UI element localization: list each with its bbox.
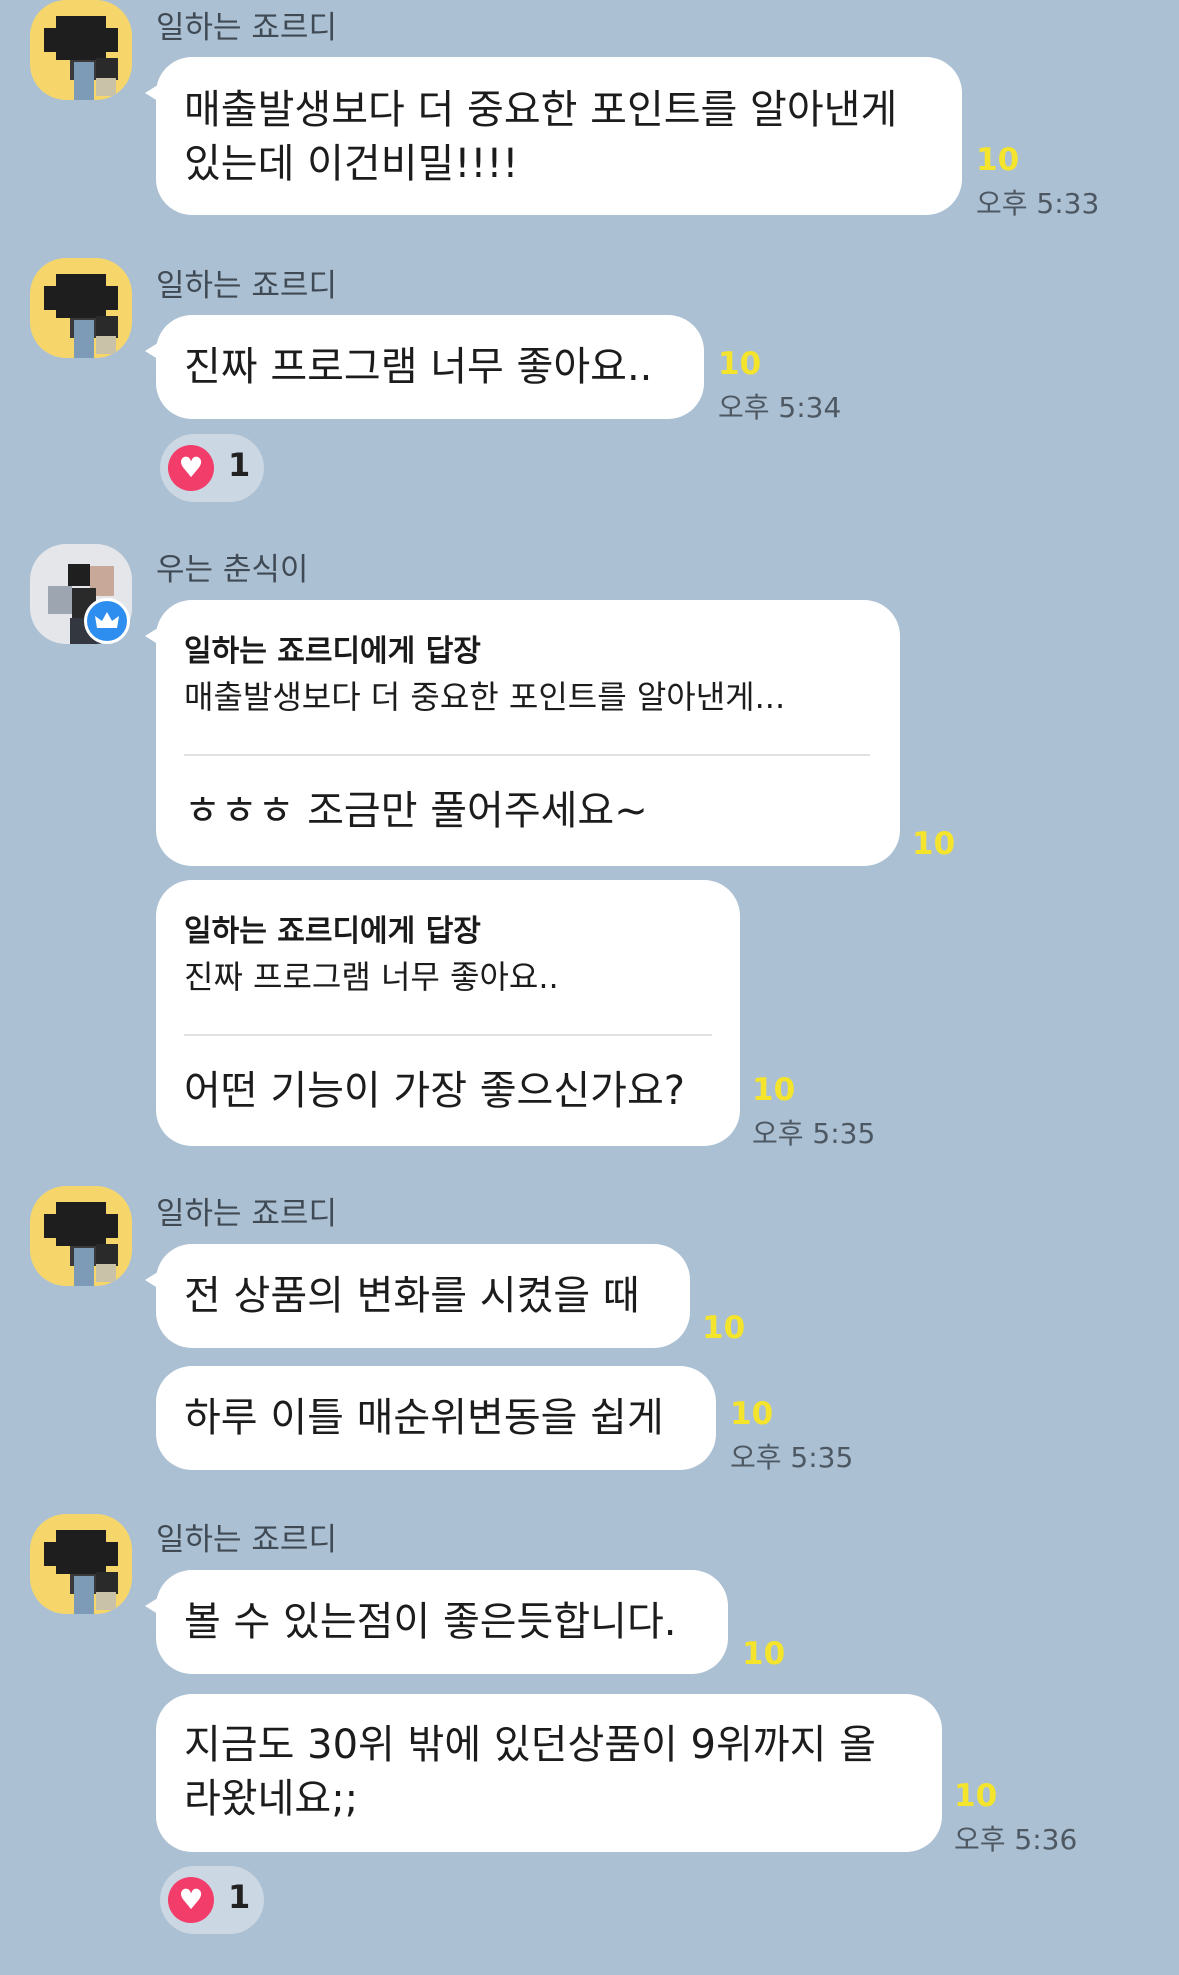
reply-bubble[interactable]: 일하는 죠르디에게 답장 진짜 프로그램 너무 좋아요.. 어떤 기능이 가장 … xyxy=(156,880,740,1146)
unread-count: 10 xyxy=(954,1778,998,1814)
sender-name: 일하는 죠르디 xyxy=(156,1196,337,1232)
message-time: 오후 5:33 xyxy=(976,187,1100,220)
message-bubble[interactable]: 전 상품의 변화를 시켰을 때 xyxy=(145,1244,690,1348)
message-time: 오후 5:34 xyxy=(718,391,842,424)
unread-count: 10 xyxy=(752,1072,796,1108)
message-bubble[interactable]: 매출발생보다 더 중요한 포인트를 알아낸게 있는데 이건비밀!!!! xyxy=(145,57,962,215)
unread-count: 10 xyxy=(912,826,956,862)
avatar[interactable] xyxy=(30,258,132,358)
reaction-badge[interactable]: ♥ 1 xyxy=(160,1866,264,1934)
message-text-line: 매출발생보다 더 중요한 포인트를 알아낸게 xyxy=(184,87,898,133)
crown-icon xyxy=(84,598,130,644)
avatar[interactable] xyxy=(30,1514,132,1614)
reaction-count: 1 xyxy=(228,1878,251,1916)
message-text-line: 지금도 30위 밖에 있던상품이 9위까지 올 xyxy=(184,1722,876,1768)
reply-bubble[interactable]: 일하는 죠르디에게 답장 매출발생보다 더 중요한 포인트를 알아낸게... ㅎ… xyxy=(145,600,900,866)
message-text-line: 전 상품의 변화를 시켰을 때 xyxy=(184,1273,640,1319)
message-text-line: ㅎㅎㅎ 조금만 풀어주세요~ xyxy=(184,788,648,834)
unread-count: 10 xyxy=(702,1310,746,1346)
message-time: 오후 5:36 xyxy=(954,1823,1078,1856)
message-text-line: 하루 이틀 매순위변동을 쉽게 xyxy=(184,1395,664,1441)
unread-count: 10 xyxy=(718,346,762,382)
reply-divider xyxy=(184,1034,712,1036)
message-text-line: 볼 수 있는점이 좋은듯합니다. xyxy=(184,1599,677,1645)
message-text-line: 진짜 프로그램 너무 좋아요.. xyxy=(184,344,653,390)
unread-count: 10 xyxy=(730,1396,774,1432)
message-bubble[interactable]: 진짜 프로그램 너무 좋아요.. xyxy=(145,315,704,419)
sender-name: 우는 춘식이 xyxy=(156,552,309,588)
heart-icon: ♥ xyxy=(168,1877,214,1923)
sender-name: 일하는 죠르디 xyxy=(156,268,337,304)
reply-divider xyxy=(184,754,870,756)
message-bubble[interactable]: 하루 이틀 매순위변동을 쉽게 xyxy=(156,1366,716,1470)
avatar[interactable] xyxy=(30,1186,132,1286)
message-text-line: 라왔네요;; xyxy=(184,1776,359,1822)
reaction-count: 1 xyxy=(228,446,251,484)
message-text-line: 어떤 기능이 가장 좋으신가요? xyxy=(184,1068,685,1114)
reply-quote: 진짜 프로그램 너무 좋아요.. xyxy=(184,958,559,996)
heart-icon: ♥ xyxy=(168,445,214,491)
message-time: 오후 5:35 xyxy=(752,1117,876,1150)
sender-name: 일하는 죠르디 xyxy=(156,10,337,46)
message-bubble[interactable]: 지금도 30위 밖에 있던상품이 9위까지 올 라왔네요;; xyxy=(156,1694,942,1852)
reply-quote: 매출발생보다 더 중요한 포인트를 알아낸게... xyxy=(184,678,786,716)
reply-title: 일하는 죠르디에게 답장 xyxy=(184,634,481,669)
message-text-line: 있는데 이건비밀!!!! xyxy=(184,141,519,187)
sender-name: 일하는 죠르디 xyxy=(156,1522,337,1558)
unread-count: 10 xyxy=(742,1636,786,1672)
unread-count: 10 xyxy=(976,142,1020,178)
reaction-badge[interactable]: ♥ 1 xyxy=(160,434,264,502)
message-bubble[interactable]: 볼 수 있는점이 좋은듯합니다. xyxy=(145,1570,728,1674)
avatar[interactable] xyxy=(30,0,132,100)
reply-title: 일하는 죠르디에게 답장 xyxy=(184,914,481,949)
message-time: 오후 5:35 xyxy=(730,1441,854,1474)
